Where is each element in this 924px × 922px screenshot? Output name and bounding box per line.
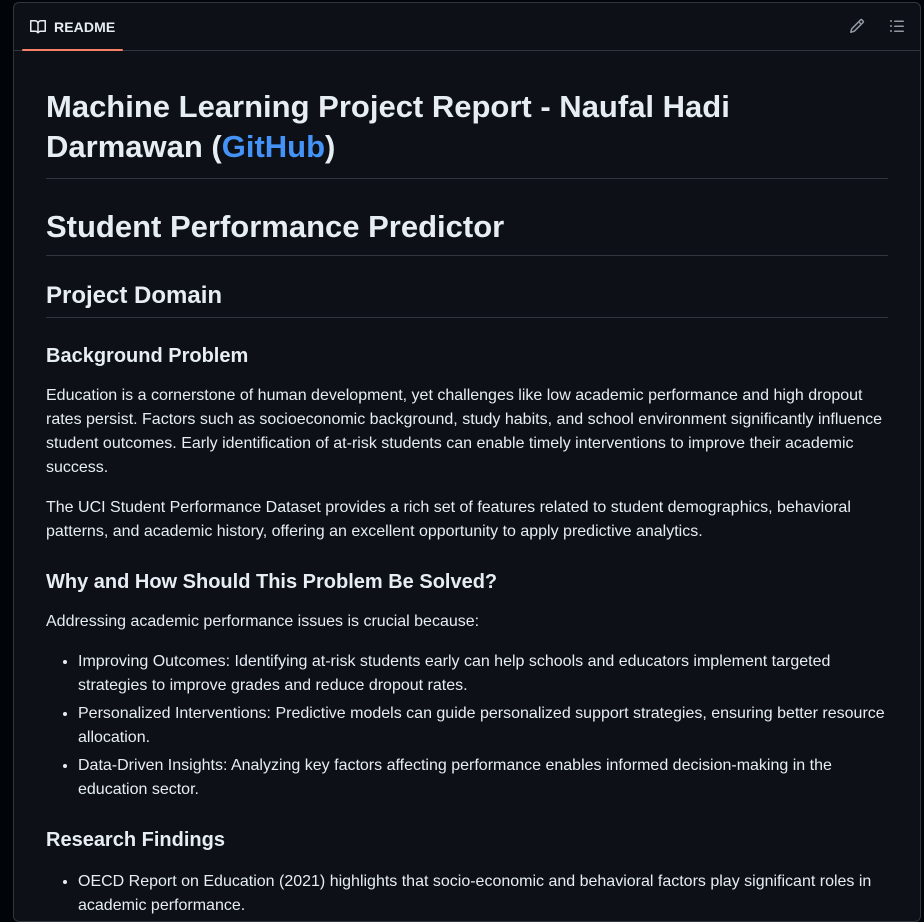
- project-title: Student Performance Predictor: [46, 207, 888, 256]
- outline-button[interactable]: [888, 17, 906, 35]
- paragraph-background-1: Education is a cornerstone of human deve…: [46, 387, 882, 476]
- page-title-text: Machine Learning Project Report - Naufal…: [46, 89, 730, 164]
- list-item: Data-Driven Insights: Analyzing key fact…: [78, 754, 888, 802]
- list-item: OECD Report on Education (2021) highligh…: [78, 870, 888, 918]
- list-item: Improving Outcomes: Identifying at-risk …: [78, 650, 888, 698]
- readme-panel: README Machine Learning Project Report -…: [13, 2, 921, 922]
- research-list: OECD Report on Education (2021) highligh…: [46, 870, 888, 918]
- tab-readme-label: README: [54, 18, 116, 35]
- subheading-research-findings: Research Findings: [46, 829, 225, 851]
- book-icon: [30, 19, 46, 35]
- paragraph-background-2: The UCI Student Performance Dataset prov…: [46, 499, 851, 540]
- tab-readme[interactable]: README: [22, 3, 124, 51]
- why-list: Improving Outcomes: Identifying at-risk …: [46, 650, 888, 802]
- edit-button[interactable]: [848, 17, 866, 35]
- pencil-icon: [849, 18, 865, 34]
- list-item: Personalized Interventions: Predictive m…: [78, 702, 888, 750]
- subheading-why-how: Why and How Should This Problem Be Solve…: [46, 571, 498, 593]
- page-title: Machine Learning Project Report - Naufal…: [46, 87, 888, 179]
- readme-actions: [848, 17, 906, 35]
- github-link[interactable]: GitHub: [222, 129, 325, 164]
- page-title-suffix: ): [325, 129, 336, 164]
- section-heading-project-domain: Project Domain: [46, 280, 888, 318]
- readme-tabbar: README: [14, 3, 920, 51]
- readme-content: Machine Learning Project Report - Naufal…: [14, 87, 920, 918]
- subheading-background-problem: Background Problem: [46, 345, 249, 367]
- paragraph-why-intro: Addressing academic performance issues i…: [46, 613, 480, 630]
- list-unordered-icon: [890, 20, 904, 32]
